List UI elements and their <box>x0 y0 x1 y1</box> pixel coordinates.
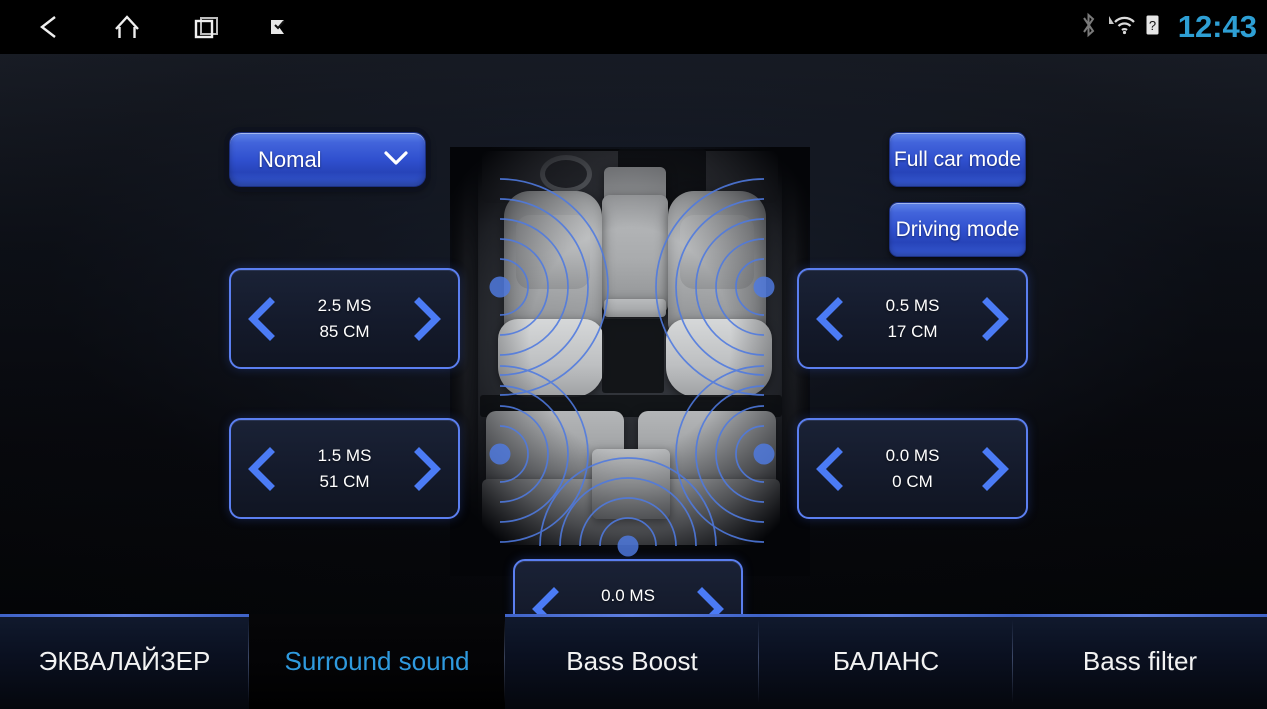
tab-top-accent <box>505 614 759 617</box>
sd-unknown-icon: ? <box>1145 14 1160 41</box>
main-stage: Nomal Full car mode Driving mode 2.5 MS … <box>0 54 1267 614</box>
tab-top-accent <box>1013 614 1267 617</box>
wifi-icon <box>1105 12 1137 43</box>
chevron-left-icon[interactable] <box>245 446 279 492</box>
chevron-left-icon[interactable] <box>813 446 847 492</box>
delay-cm: 0 CM <box>892 471 933 491</box>
chevron-right-icon[interactable] <box>410 296 444 342</box>
tab-top-accent <box>759 614 1013 617</box>
tab-bass-boost[interactable]: Bass Boost <box>505 614 759 709</box>
delay-value-rear-left: 1.5 MS 51 CM <box>318 446 372 492</box>
apps-icon[interactable] <box>248 0 310 54</box>
recents-icon[interactable] <box>176 0 238 54</box>
status-bar: ? 12:43 <box>0 0 1267 54</box>
delay-value-front-right: 0.5 MS 17 CM <box>886 296 940 342</box>
delay-ms: 0.0 MS <box>885 445 940 465</box>
full-car-mode-label: Full car mode <box>893 147 1022 171</box>
status-indicators: ? 12:43 <box>1080 0 1257 54</box>
tab-label: Bass filter <box>1082 646 1198 676</box>
tab-label: Surround sound <box>284 646 470 676</box>
full-car-mode-button[interactable]: Full car mode <box>889 132 1026 187</box>
delay-value-rear-right: 0.0 MS 0 CM <box>886 446 940 492</box>
preset-dropdown-value: Nomal <box>258 146 322 172</box>
delay-value-front-left: 2.5 MS 85 CM <box>318 296 372 342</box>
chevron-left-icon[interactable] <box>245 296 279 342</box>
delay-control-rear-left: 1.5 MS 51 CM <box>229 418 460 519</box>
bottom-tab-bar: ЭКВАЛАЙЗЕР Surround sound Bass Boost БАЛАНС… <box>0 614 1267 709</box>
delay-cm: 17 CM <box>887 321 938 341</box>
chevron-right-icon[interactable] <box>693 586 727 614</box>
chevron-right-icon[interactable] <box>978 296 1012 342</box>
status-clock: 12:43 <box>1177 8 1257 44</box>
back-icon[interactable] <box>18 0 80 54</box>
chevron-right-icon[interactable] <box>410 446 444 492</box>
tab-label: ЭКВАЛАЙЗЕР <box>38 646 211 676</box>
delay-ms: 2.5 MS <box>317 295 372 315</box>
delay-control-front-left: 2.5 MS 85 CM <box>229 268 460 369</box>
chevron-left-icon[interactable] <box>813 296 847 342</box>
delay-control-subwoofer: 0.0 MS 0 CM <box>513 559 743 614</box>
tab-surround-sound[interactable]: Surround sound <box>249 614 505 709</box>
tab-label: БАЛАНС <box>832 646 940 676</box>
car-audio-surround-sound-screen: ? 12:43 Nomal Full car mode Driving mode… <box>0 0 1267 709</box>
tab-top-accent <box>0 614 249 617</box>
delay-ms: 0.0 MS <box>601 586 655 605</box>
delay-control-rear-right: 0.0 MS 0 CM <box>797 418 1028 519</box>
driving-mode-label: Driving mode <box>895 217 1020 241</box>
tab-equalizer[interactable]: ЭКВАЛАЙЗЕР <box>0 614 249 709</box>
bluetooth-icon <box>1080 12 1097 43</box>
delay-cm: 85 CM <box>319 321 370 341</box>
tab-bass-filter[interactable]: Bass filter <box>1013 614 1267 709</box>
tab-label: Bass Boost <box>566 646 698 676</box>
chevron-right-icon[interactable] <box>978 446 1012 492</box>
car-interior-top-view <box>450 147 810 576</box>
driving-mode-button[interactable]: Driving mode <box>889 202 1026 257</box>
delay-ms: 1.5 MS <box>317 445 372 465</box>
preset-dropdown[interactable]: Nomal <box>229 132 426 187</box>
delay-cm: 51 CM <box>319 471 370 491</box>
delay-ms: 0.5 MS <box>885 295 940 315</box>
svg-text:?: ? <box>1149 18 1156 33</box>
delay-control-front-right: 0.5 MS 17 CM <box>797 268 1028 369</box>
chevron-left-icon[interactable] <box>529 586 563 614</box>
tab-balance[interactable]: БАЛАНС <box>759 614 1013 709</box>
delay-value-subwoofer: 0.0 MS 0 CM <box>601 586 655 614</box>
home-icon[interactable] <box>96 0 158 54</box>
chevron-down-icon <box>383 148 409 172</box>
